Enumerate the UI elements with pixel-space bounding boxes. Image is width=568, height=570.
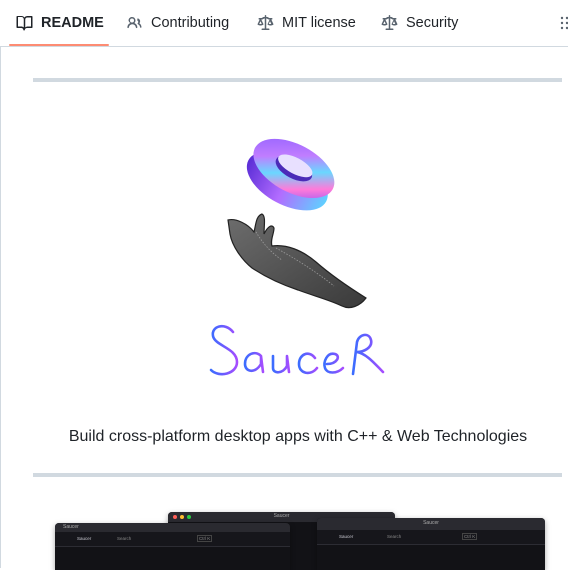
readme-tab-bar: README Contributing MIT license Security: [0, 0, 568, 47]
window-title: Saucer: [423, 520, 439, 526]
app-screenshots: Saucer Saucer Saucer Search Ctrl K Sauce…: [55, 510, 555, 570]
search-field: Search: [117, 536, 132, 541]
tab-readme[interactable]: README: [16, 0, 104, 46]
tab-contributing[interactable]: Contributing: [126, 0, 229, 46]
tab-mit-license[interactable]: MIT license: [257, 0, 356, 46]
content-border: [0, 46, 1, 568]
app-name: Saucer: [77, 536, 92, 541]
search-shortcut: Ctrl K: [462, 533, 478, 540]
grip-icon[interactable]: [560, 15, 568, 31]
screenshot-window-linux: Saucer Saucer Search Ctrl K: [317, 518, 545, 570]
tab-security[interactable]: Security: [381, 0, 458, 46]
search-field: Search: [387, 534, 402, 539]
tab-mit-license-label: MIT license: [282, 15, 356, 31]
screenshot-window-windows: Saucer Saucer Search Ctrl K: [55, 523, 290, 570]
saucer-logo-image: [227, 138, 367, 309]
scale-icon: [381, 15, 398, 30]
tab-security-label: Security: [406, 15, 459, 31]
book-icon: [16, 16, 33, 31]
people-icon: [127, 17, 142, 29]
divider-top: [33, 78, 562, 82]
tab-contributing-label: Contributing: [151, 15, 230, 31]
search-shortcut: Ctrl K: [197, 535, 213, 542]
saucer-wordmark: [209, 324, 385, 376]
tab-readme-label: README: [41, 15, 104, 31]
readme-tagline: Build cross-platform desktop apps with C…: [68, 428, 528, 445]
active-tab-indicator: [9, 44, 109, 46]
scale-icon: [257, 15, 274, 30]
divider-bottom: [33, 473, 562, 477]
window-title: Saucer: [63, 524, 79, 530]
app-name: Saucer: [339, 534, 354, 539]
